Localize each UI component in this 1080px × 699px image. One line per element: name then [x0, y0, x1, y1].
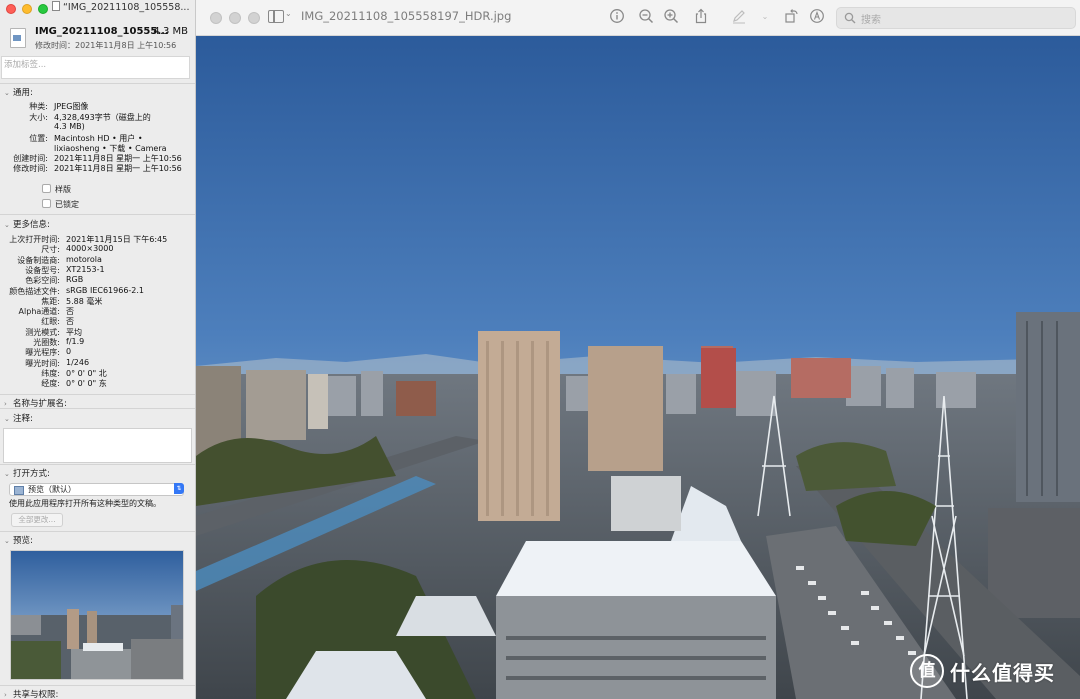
- chevron-down-icon: ⌄: [4, 470, 10, 478]
- divider: [0, 531, 195, 532]
- section-sharing[interactable]: › 共享与权限:: [4, 688, 58, 699]
- size-label: 大小:: [29, 113, 48, 122]
- watermark-logo: 值: [910, 654, 944, 688]
- locked-label: 已锁定: [55, 200, 79, 209]
- preview-thumbnail: [10, 550, 184, 680]
- divider: [0, 464, 195, 465]
- open-with-value: 预览（默认）: [28, 485, 76, 494]
- section-general[interactable]: ⌄ 通用:: [4, 86, 33, 98]
- section-comments[interactable]: ⌄ 注释:: [4, 412, 33, 424]
- chevron-down-icon: ⌄: [4, 415, 10, 423]
- zoom-out-icon[interactable]: [637, 8, 655, 26]
- rotate-icon[interactable]: [782, 8, 800, 26]
- more-info-value: 4000×3000: [66, 244, 114, 254]
- chevron-down-icon[interactable]: ⌄: [285, 9, 292, 18]
- section-open-with[interactable]: ⌄ 打开方式:: [4, 467, 50, 479]
- city-photo: [196, 36, 1080, 699]
- search-icon: [844, 12, 856, 24]
- select-arrows-icon: ⇅: [174, 483, 184, 494]
- more-info-label: 经度:: [41, 379, 60, 389]
- preview-header: 预览:: [13, 536, 33, 546]
- file-size: 4.3 MB: [153, 26, 188, 37]
- zoom-in-icon[interactable]: [662, 8, 680, 26]
- chevron-down-icon: ⌄: [4, 221, 10, 229]
- close-button[interactable]: [210, 12, 222, 24]
- kind-value: JPEG图像: [54, 102, 89, 111]
- watermark: 值 什么值得买: [910, 654, 1055, 688]
- share-icon[interactable]: [692, 8, 710, 26]
- minimize-button[interactable]: [22, 4, 32, 14]
- file-name: IMG_20211108_10555...: [35, 26, 169, 37]
- section-preview[interactable]: ⌄ 预览:: [4, 534, 33, 546]
- more-info-header: 更多信息:: [13, 220, 50, 230]
- more-info-value: f/1.9: [66, 337, 85, 346]
- more-info-value: 1/246: [66, 357, 90, 367]
- divider: [0, 408, 195, 409]
- locked-checkbox[interactable]: 已锁定: [42, 199, 79, 210]
- checkbox-box: [42, 199, 51, 208]
- preview-app-icon: [14, 486, 24, 495]
- chevron-down-icon[interactable]: ⌄: [756, 8, 774, 26]
- more-info-value: XT2153-1: [66, 264, 105, 274]
- zoom-button[interactable]: [38, 4, 48, 14]
- comments-field[interactable]: [3, 428, 192, 463]
- size-value-2: 4.3 MB): [54, 122, 85, 131]
- info-window: “IMG_20211108_105558... IMG_20211108_105…: [0, 0, 196, 699]
- sidebar-toggle-icon[interactable]: [268, 10, 284, 23]
- stationery-label: 样版: [55, 185, 71, 194]
- general-header: 通用:: [13, 88, 33, 98]
- more-info-value: motorola: [66, 254, 102, 264]
- preview-toolbar: ⌄ IMG_20211108_105558197_HDR.jpg ⌄ 搜索: [196, 0, 1080, 36]
- preview-title: IMG_20211108_105558197_HDR.jpg: [301, 9, 512, 23]
- sharing-header: 共享与权限:: [13, 690, 59, 699]
- annotate-icon[interactable]: [808, 8, 826, 26]
- preview-window: ⌄ IMG_20211108_105558197_HDR.jpg ⌄ 搜索 值 …: [196, 0, 1080, 699]
- chevron-down-icon: ⌄: [4, 89, 10, 97]
- search-field[interactable]: 搜索: [836, 7, 1076, 29]
- modified-value: 2021年11月8日 星期一 上午10:56: [54, 164, 182, 173]
- open-with-header: 打开方式:: [13, 469, 50, 479]
- minimize-button[interactable]: [229, 12, 241, 24]
- divider: [0, 83, 195, 84]
- zoom-button[interactable]: [248, 12, 260, 24]
- more-info-value: 0° 0' 0" 东: [66, 379, 107, 389]
- tags-input[interactable]: 添加标签...: [1, 56, 190, 79]
- stationery-checkbox[interactable]: 样版: [42, 184, 71, 195]
- jpeg-file-icon: [10, 28, 26, 48]
- watermark-text: 什么值得买: [950, 660, 1055, 685]
- document-icon: [52, 1, 60, 11]
- more-info-value: sRGB IEC61966-2.1: [66, 285, 145, 295]
- chevron-right-icon: ›: [4, 691, 7, 699]
- file-modified: 修改时间：2021年11月8日 上午10:56: [35, 41, 177, 50]
- chevron-down-icon: ⌄: [4, 537, 10, 545]
- chevron-right-icon: ›: [4, 400, 7, 408]
- info-titlebar: “IMG_20211108_105558...: [0, 0, 195, 14]
- change-all-button[interactable]: 全部更改...: [11, 513, 63, 527]
- divider: [0, 685, 195, 686]
- search-placeholder: 搜索: [861, 15, 881, 26]
- open-with-info: 使用此应用程序打开所有这种类型的文稿。: [9, 499, 161, 508]
- section-more-info[interactable]: ⌄ 更多信息:: [4, 218, 50, 230]
- modified-label: 修改时间:: [13, 164, 48, 173]
- more-info-value: RGB: [66, 275, 84, 285]
- info-title-text: “IMG_20211108_105558...: [63, 2, 190, 13]
- info-icon[interactable]: [608, 8, 626, 26]
- divider: [0, 214, 195, 215]
- close-button[interactable]: [6, 4, 16, 14]
- divider: [0, 394, 195, 395]
- open-with-select[interactable]: 预览（默认） ⇅: [9, 483, 184, 496]
- more-info-value: 0: [66, 347, 72, 357]
- info-window-title: “IMG_20211108_105558...: [52, 1, 189, 13]
- where-label: 位置:: [29, 134, 48, 143]
- kind-label: 种类:: [29, 102, 48, 111]
- comments-header: 注释:: [13, 414, 33, 424]
- markup-icon[interactable]: [730, 8, 748, 26]
- checkbox-box: [42, 184, 51, 193]
- file-header: IMG_20211108_10555... 4.3 MB 修改时间：2021年1…: [0, 14, 195, 54]
